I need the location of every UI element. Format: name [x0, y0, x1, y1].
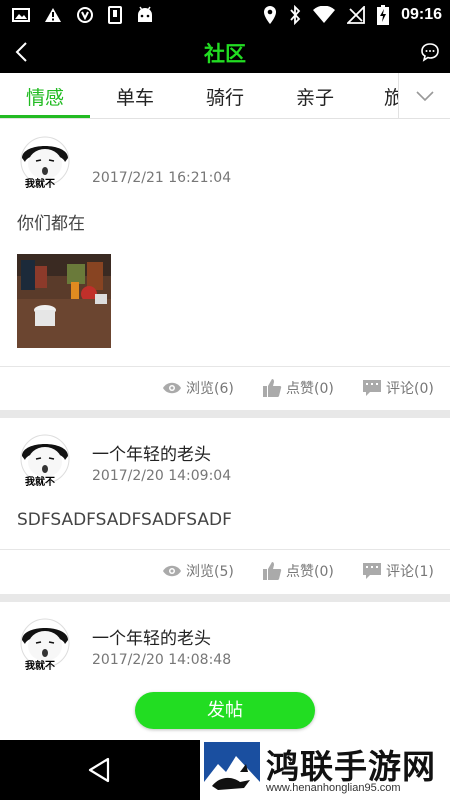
chevron-down-icon [415, 90, 434, 101]
watermark-url: www.henanhonglian95.com [266, 782, 401, 794]
views-button[interactable]: 浏览(6) [162, 378, 234, 398]
likes-label: 点赞(0) [286, 564, 334, 580]
android-icon [138, 6, 152, 22]
chat-bubble-icon [421, 43, 439, 62]
like-button[interactable]: 点赞(0) [262, 378, 334, 398]
post-separator [0, 410, 450, 418]
comment-icon [363, 380, 381, 396]
like-button[interactable]: 点赞(0) [262, 561, 334, 581]
thumbs-up-icon [263, 562, 282, 580]
post-author[interactable]: 一个年轻的老头 [92, 440, 211, 465]
page-title: 社区 [204, 42, 246, 66]
post-separator [0, 594, 450, 602]
messages-button[interactable] [416, 38, 444, 66]
comment-icon [363, 563, 381, 579]
no-signal-icon [347, 6, 365, 24]
comment-button[interactable]: 评论(0) [362, 378, 434, 398]
eye-icon [163, 382, 181, 394]
more-tabs-button[interactable] [398, 73, 450, 118]
tab-cycling[interactable]: 骑行 [180, 83, 270, 110]
phone-icon [108, 6, 122, 24]
tab-parenting[interactable]: 亲子 [270, 83, 360, 110]
tab-bicycle[interactable]: 单车 [90, 83, 180, 110]
avatar-caption: 我就不 [25, 177, 55, 190]
category-tabs: 情感 单车 骑行 亲子 旅 [0, 73, 450, 119]
status-bar: 09:16 [0, 0, 450, 31]
status-left-icons [12, 6, 154, 24]
status-right-icons: 09:16 [263, 5, 442, 25]
site-watermark: 鸿联手游网 www.henanhonglian95.com [200, 740, 450, 800]
views-button[interactable]: 浏览(5) [162, 561, 234, 581]
post-card[interactable]: 我就不 2017/2/21 16:21:04 你们都在 浏览(6) 点赞(0) … [0, 120, 450, 410]
comments-label: 评论(0) [386, 381, 434, 397]
bluetooth-icon [290, 5, 301, 25]
location-icon [264, 6, 277, 24]
active-tab-indicator [0, 115, 90, 118]
nav-back-icon[interactable] [86, 756, 114, 784]
tab-travel[interactable]: 旅 [360, 83, 403, 110]
app-header: 社区 [0, 31, 450, 73]
post-time: 2017/2/20 14:08:48 [92, 652, 232, 668]
views-label: 浏览(5) [186, 564, 234, 580]
post-card[interactable]: 我就不 一个年轻的老头 2017/2/20 14:09:04 SDFSADFSA… [0, 418, 450, 594]
post-actions: 浏览(5) 点赞(0) 评论(1) [0, 549, 450, 593]
battery-charging-icon [377, 5, 390, 25]
post-actions: 浏览(6) 点赞(0) 评论(0) [0, 366, 450, 410]
post-photo[interactable] [17, 254, 111, 348]
wifi-icon [313, 6, 336, 23]
comments-label: 评论(1) [386, 564, 434, 580]
new-post-button[interactable]: 发帖 [135, 692, 315, 729]
watermark-logo [204, 742, 260, 796]
thumbs-up-icon [263, 379, 282, 397]
views-label: 浏览(6) [186, 381, 234, 397]
warning-icon [45, 8, 61, 22]
eye-icon [163, 565, 181, 577]
post-content: 你们都在 [17, 214, 85, 234]
shield-icon [77, 7, 93, 23]
avatar: 我就不 [20, 136, 70, 190]
tab-emotion[interactable]: 情感 [0, 83, 90, 110]
status-time: 09:16 [401, 6, 442, 23]
image-icon [12, 8, 30, 22]
post-content: SDFSADFSADFSADFSADF [17, 510, 232, 530]
post-author[interactable]: 一个年轻的老头 [92, 624, 211, 649]
post-time: 2017/2/21 16:21:04 [92, 170, 232, 186]
post-time: 2017/2/20 14:09:04 [92, 468, 232, 484]
watermark-title: 鸿联手游网 [266, 747, 436, 786]
avatar: 我就不 [20, 618, 70, 672]
comment-button[interactable]: 评论(1) [362, 561, 434, 581]
avatar-caption: 我就不 [25, 475, 55, 488]
likes-label: 点赞(0) [286, 381, 334, 397]
avatar-caption: 我就不 [25, 659, 55, 672]
avatar: 我就不 [20, 434, 70, 488]
